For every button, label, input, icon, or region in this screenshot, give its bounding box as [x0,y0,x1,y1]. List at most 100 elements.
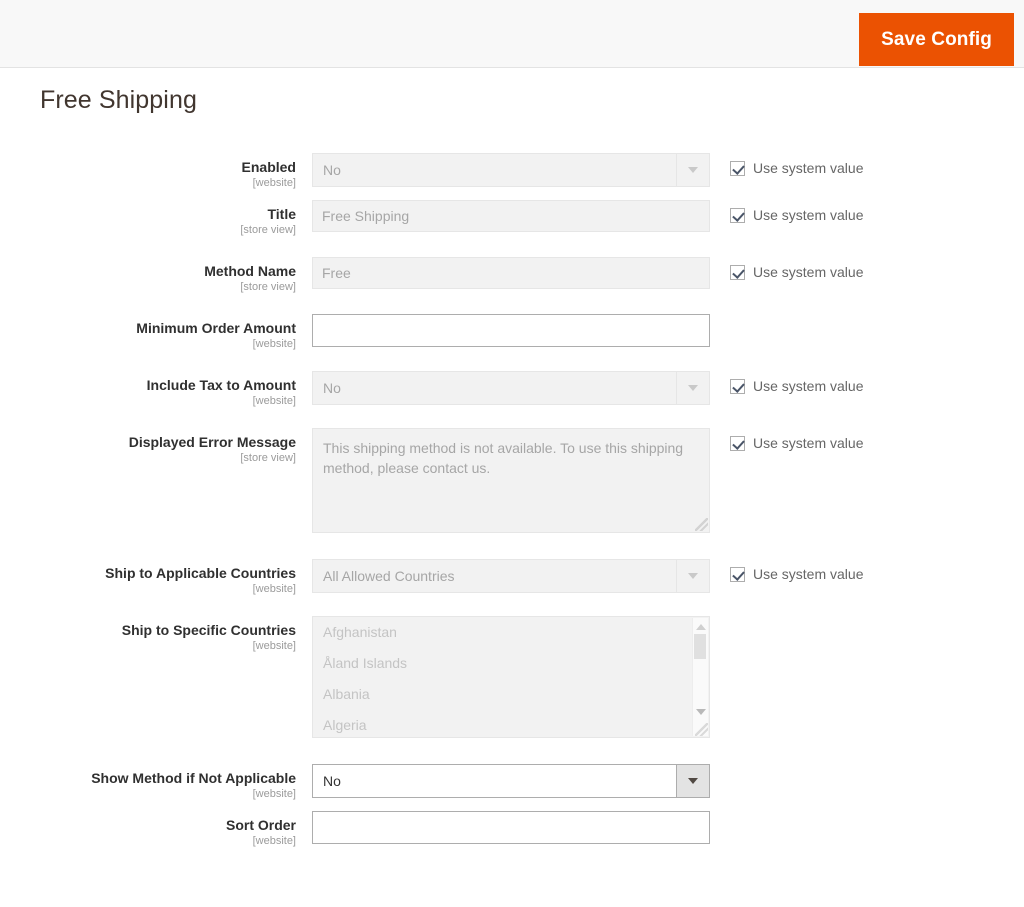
field-label-text: Method Name [204,263,296,279]
field-control-title: Free Shipping [312,200,710,232]
include-tax-select[interactable]: No [312,371,710,405]
system-value-error-message[interactable]: Use system value [730,428,863,451]
system-value-label: Use system value [753,160,864,176]
error-message-textarea[interactable]: This shipping method is not available. T… [312,428,710,533]
field-label-text: Minimum Order Amount [136,320,296,336]
field-row-title: Title [store view] Free Shipping Use sys… [0,200,1024,237]
field-control-include-tax: No [312,371,710,405]
sort-order-input[interactable] [312,811,710,844]
field-control-ship-applicable-countries: All Allowed Countries [312,559,710,593]
field-row-minimum-order-amount: Minimum Order Amount [website] [0,314,1024,351]
field-label-ship-specific-countries: Ship to Specific Countries [website] [0,616,312,653]
field-label-sort-order: Sort Order [website] [0,811,312,848]
checkbox-checked-icon[interactable] [730,566,745,582]
field-row-ship-applicable-countries: Ship to Applicable Countries [website] A… [0,559,1024,596]
field-scope-text: [website] [252,788,296,800]
field-scope-text: [store view] [240,224,296,236]
field-label-text: Ship to Specific Countries [121,622,296,638]
checkbox-checked-icon[interactable] [730,378,745,394]
chevron-down-icon [676,560,709,592]
enabled-select[interactable]: No [312,153,710,187]
system-value-title[interactable]: Use system value [730,200,863,223]
checkbox-checked-icon[interactable] [730,160,745,176]
field-scope-text: [website] [252,177,296,189]
field-scope-text: [website] [252,395,296,407]
scroll-up-icon[interactable] [696,624,706,630]
field-control-sort-order [312,811,710,844]
field-row-show-method: Show Method if Not Applicable [website] … [0,764,1024,801]
chevron-down-icon [676,154,709,186]
field-label-enabled: Enabled [website] [0,153,312,190]
field-label-minimum-order-amount: Minimum Order Amount [website] [0,314,312,351]
field-label-text: Sort Order [225,817,296,833]
field-label-text: Enabled [241,159,296,175]
field-row-method-name: Method Name [store view] Free Use system… [0,257,1024,294]
chevron-down-icon [676,372,709,404]
field-control-minimum-order-amount [312,314,710,347]
system-value-label: Use system value [753,435,864,451]
list-item[interactable]: Afghanistan [313,617,709,648]
system-value-label: Use system value [753,378,864,394]
show-method-select[interactable]: No [312,764,710,798]
field-label-text: Include Tax to Amount [146,377,296,393]
field-scope-text: [website] [252,583,296,595]
field-scope-text: [store view] [240,281,296,293]
system-value-label: Use system value [753,566,864,582]
field-row-sort-order: Sort Order [website] [0,811,1024,848]
field-row-include-tax: Include Tax to Amount [website] No Use s… [0,371,1024,408]
show-method-select-value: No [323,773,341,789]
field-label-show-method: Show Method if Not Applicable [website] [0,764,312,801]
field-label-error-message: Displayed Error Message [store view] [0,428,312,465]
scrollbar-thumb[interactable] [694,634,706,659]
list-item[interactable]: Algeria [313,710,709,737]
field-control-ship-specific-countries: Afghanistan Åland Islands Albania Algeri… [312,616,710,738]
field-label-ship-applicable-countries: Ship to Applicable Countries [website] [0,559,312,596]
method-name-input[interactable]: Free [312,257,710,289]
save-config-button[interactable]: Save Config [859,13,1014,66]
field-label-title: Title [store view] [0,200,312,237]
page-title: Free Shipping [40,86,197,114]
title-input[interactable]: Free Shipping [312,200,710,232]
field-row-error-message: Displayed Error Message [store view] Thi… [0,428,1024,533]
free-shipping-form: Enabled [website] No Use system value Ti… [0,115,1024,848]
field-label-text: Title [267,206,296,222]
checkbox-checked-icon[interactable] [730,207,745,223]
system-value-enabled[interactable]: Use system value [730,153,863,176]
field-row-ship-specific-countries: Ship to Specific Countries [website] Afg… [0,616,1024,738]
field-control-enabled: No [312,153,710,187]
resize-handle-icon[interactable] [695,723,708,736]
field-scope-text: [website] [252,338,296,350]
scroll-down-icon[interactable] [696,709,706,715]
field-label-method-name: Method Name [store view] [0,257,312,294]
system-value-ship-applicable-countries[interactable]: Use system value [730,559,863,582]
list-item[interactable]: Åland Islands [313,648,709,679]
system-value-method-name[interactable]: Use system value [730,257,863,280]
system-value-label: Use system value [753,264,864,280]
field-label-text: Show Method if Not Applicable [91,770,296,786]
system-value-label: Use system value [753,207,864,223]
resize-handle-icon[interactable] [695,518,708,531]
ship-applicable-countries-select[interactable]: All Allowed Countries [312,559,710,593]
checkbox-checked-icon[interactable] [730,264,745,280]
field-label-text: Displayed Error Message [128,434,296,450]
field-control-error-message: This shipping method is not available. T… [312,428,710,533]
page-header: Save Config [0,0,1024,68]
include-tax-select-value: No [323,380,341,396]
system-value-include-tax[interactable]: Use system value [730,371,863,394]
field-label-include-tax: Include Tax to Amount [website] [0,371,312,408]
error-message-text: This shipping method is not available. T… [323,440,684,476]
list-item[interactable]: Albania [313,679,709,710]
field-control-show-method: No [312,764,710,798]
enabled-select-value: No [323,162,341,178]
ship-specific-countries-multiselect[interactable]: Afghanistan Åland Islands Albania Algeri… [312,616,710,738]
field-label-text: Ship to Applicable Countries [105,565,296,581]
field-scope-text: [website] [252,835,296,847]
field-row-enabled: Enabled [website] No Use system value [0,153,1024,190]
minimum-order-amount-input[interactable] [312,314,710,347]
ship-applicable-countries-value: All Allowed Countries [323,568,455,584]
field-scope-text: [store view] [240,452,296,464]
multiselect-scrollbar[interactable] [692,618,708,736]
checkbox-checked-icon[interactable] [730,435,745,451]
field-scope-text: [website] [252,640,296,652]
chevron-down-icon [676,765,709,797]
